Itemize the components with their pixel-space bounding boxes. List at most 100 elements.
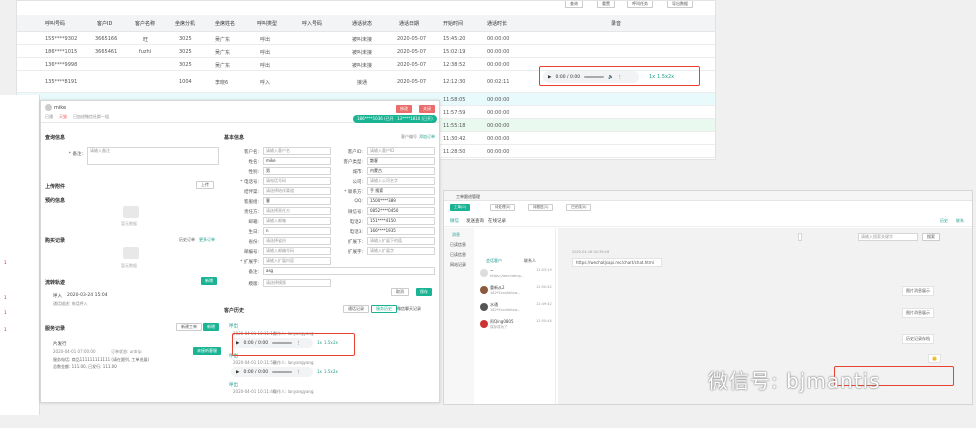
column-header[interactable]: 开始时间 (443, 20, 463, 27)
chat-bubble[interactable]: https://wechatjsapi.rec/chart/chat.html (572, 258, 662, 267)
field-input[interactable]: asg (263, 267, 435, 275)
search-button[interactable]: 搜索 (922, 233, 940, 241)
service-add-button[interactable]: 新增 (203, 323, 219, 331)
field-label: * 扩展字: (240, 260, 259, 265)
field-input[interactable]: 请电话号码 (263, 177, 331, 185)
customer-number-link[interactable]: 客户编号 (401, 134, 417, 140)
progress-bar[interactable] (272, 371, 293, 373)
sidebar-item[interactable]: 消息 (452, 232, 460, 238)
filter-pill[interactable]: 待处理(0) (490, 204, 516, 211)
column-header[interactable]: 呼入号码 (302, 20, 322, 27)
upload-button[interactable]: 上传 (196, 181, 214, 189)
sidebar-item[interactable]: 已读信息 (450, 242, 466, 248)
toolbar-button[interactable]: 导出数据 (667, 1, 693, 8)
edit-button[interactable]: 修改 (396, 105, 412, 113)
field-select[interactable]: 请选择模版 (263, 279, 331, 287)
field-input[interactable]: 请输入公司名字 (367, 177, 435, 185)
speed-1x[interactable]: 1x (317, 369, 322, 374)
cell-phone: 155****9302 (45, 36, 78, 42)
column-header[interactable]: 通话状态 (352, 20, 372, 27)
column-header[interactable]: 呼叫类型 (257, 20, 277, 27)
more-orders-link[interactable]: 更多订单 (199, 237, 215, 243)
field-input[interactable]: 请输入邮箱 (263, 217, 331, 225)
column-header[interactable]: 坐席分机 (175, 20, 195, 27)
field-input[interactable]: 请输入客户ID (367, 147, 435, 155)
field-input[interactable]: mike (263, 157, 331, 165)
field-input[interactable]: 1500****389 (367, 197, 435, 205)
service-line: 服务电话: 商品111111111111 (请在跟列, 工单进展) (53, 357, 150, 362)
sidebar-item[interactable]: 已读信息 (450, 252, 466, 258)
contact-link[interactable]: 联系 (956, 218, 964, 224)
field-input[interactable]: n (263, 227, 331, 235)
column-header[interactable]: 录音 (611, 20, 621, 27)
field-input[interactable]: 请输入邮编号码 (263, 247, 331, 255)
contact-tab[interactable]: 联系人 (524, 258, 536, 264)
list-item[interactable]: 阿Qing0805 保存成功了 12:50:44 (480, 319, 554, 333)
tab-wechat[interactable]: 微信 (450, 218, 459, 224)
field-select[interactable]: 请选择责任方 (263, 207, 331, 215)
more-icon[interactable]: ⋮ (296, 370, 301, 375)
field-input[interactable]: 请输入扩展内容 (263, 257, 331, 265)
field-input[interactable]: 151****4150 (367, 217, 435, 225)
toolbar-button[interactable]: 呼叫任务 (627, 1, 653, 8)
toolbar-button[interactable]: 重置 (597, 1, 615, 8)
play-icon[interactable]: ▶ (236, 370, 239, 375)
remark-input[interactable]: 请输入备注 (87, 147, 219, 165)
avatar (480, 286, 488, 294)
field-input[interactable]: 0852****0450 (367, 207, 435, 215)
chat-bubble[interactable]: 图片消息展示 (902, 308, 934, 318)
field-input[interactable]: 请输入客户名 (263, 147, 331, 155)
column-header[interactable]: 通话时长 (487, 20, 507, 27)
field-select[interactable]: 手 搜索 (367, 187, 435, 195)
speed-1.5x[interactable]: 1.5x (324, 369, 333, 374)
field-input[interactable]: 请输入扩展字 (367, 247, 435, 255)
add-order-link[interactable]: 添加订单 (419, 134, 435, 140)
history-tab[interactable]: 通话记录 (343, 305, 369, 313)
field-label: 微信号: (347, 210, 363, 215)
column-header[interactable]: 客户名称 (135, 20, 155, 27)
chat-bubble[interactable]: 图片消息展示 (902, 286, 934, 296)
field-select[interactable]: 请选择省份 (263, 237, 331, 245)
cell-type: 呼出 (260, 37, 271, 43)
speed-2x[interactable]: 2x (333, 369, 338, 374)
recording-player[interactable]: ▶ 0:00 / 0:00 ⋮ (231, 367, 313, 377)
filter-pill[interactable]: 已完成(0) (566, 204, 592, 211)
field-input[interactable]: 166****1935 (367, 227, 435, 235)
column-header[interactable]: 呼叫号码 (45, 20, 65, 27)
filter-pill[interactable]: 工单(0) (450, 204, 470, 211)
chat-bubble[interactable]: 历史记录存档 (902, 334, 934, 344)
field-select[interactable]: 内蒙古 (367, 167, 435, 175)
list-item[interactable]: ~ https://wechatmp... 12:53:19 (480, 268, 554, 282)
column-header[interactable]: 通话日期 (399, 20, 419, 27)
toolbar-button[interactable]: 查询 (565, 1, 583, 8)
flow-add-button[interactable]: 新增 (201, 277, 217, 285)
field-select[interactable]: 请选择结伴渠道 (263, 187, 331, 195)
search-input[interactable]: 请输入搜索关键字 (858, 233, 918, 241)
contact-tab[interactable]: 会话客户 (486, 258, 502, 264)
field-input[interactable]: 客 (263, 197, 331, 205)
history-orders-link[interactable]: 历史订单 (179, 237, 195, 243)
save-button[interactable]: 保存 (416, 288, 432, 296)
history-link[interactable]: 历史 (940, 218, 948, 224)
list-item[interactable]: 重新从2 182*5xxxfollow... 12:50:42 (480, 285, 554, 299)
phone-pill[interactable]: 13****1810 (已开) (393, 115, 437, 123)
history-tab[interactable]: 微信聊天记录 (397, 306, 421, 312)
close-button[interactable]: 关闭 (419, 105, 435, 113)
sidebar-item[interactable]: 网站记录 (450, 262, 466, 268)
tab-online-records[interactable]: 在线记录 (488, 218, 506, 224)
tab-send-query[interactable]: 发送查询 (466, 218, 484, 224)
table-row[interactable]: 186****1015 3665461 fuzhi 3025 吴广东 呼出 被叫… (17, 45, 715, 58)
field-select[interactable]: 男 (263, 167, 331, 175)
field-select[interactable]: 散客 (367, 157, 435, 165)
cancel-button[interactable]: 取消 (391, 288, 409, 296)
chat-emoji[interactable]: 🙂 (928, 354, 941, 363)
history-tab[interactable]: 服务历史 (371, 305, 397, 313)
filter-pill[interactable]: 待跟进(1) (528, 204, 554, 211)
chat-filter-select[interactable] (798, 233, 802, 241)
column-header[interactable]: 客户ID (97, 20, 112, 27)
table-row[interactable]: 155****9302 3665166 旺 3025 吴广东 呼出 被叫未接 2… (17, 32, 715, 45)
new-ticket-button[interactable]: 新建工单 (176, 323, 202, 331)
column-header[interactable]: 坐席姓名 (215, 20, 235, 27)
field-input[interactable]: 请输入扩展下的值 (367, 237, 435, 245)
list-item[interactable]: 水通 182*5xxxfollow... 12:49:42 (480, 302, 554, 316)
